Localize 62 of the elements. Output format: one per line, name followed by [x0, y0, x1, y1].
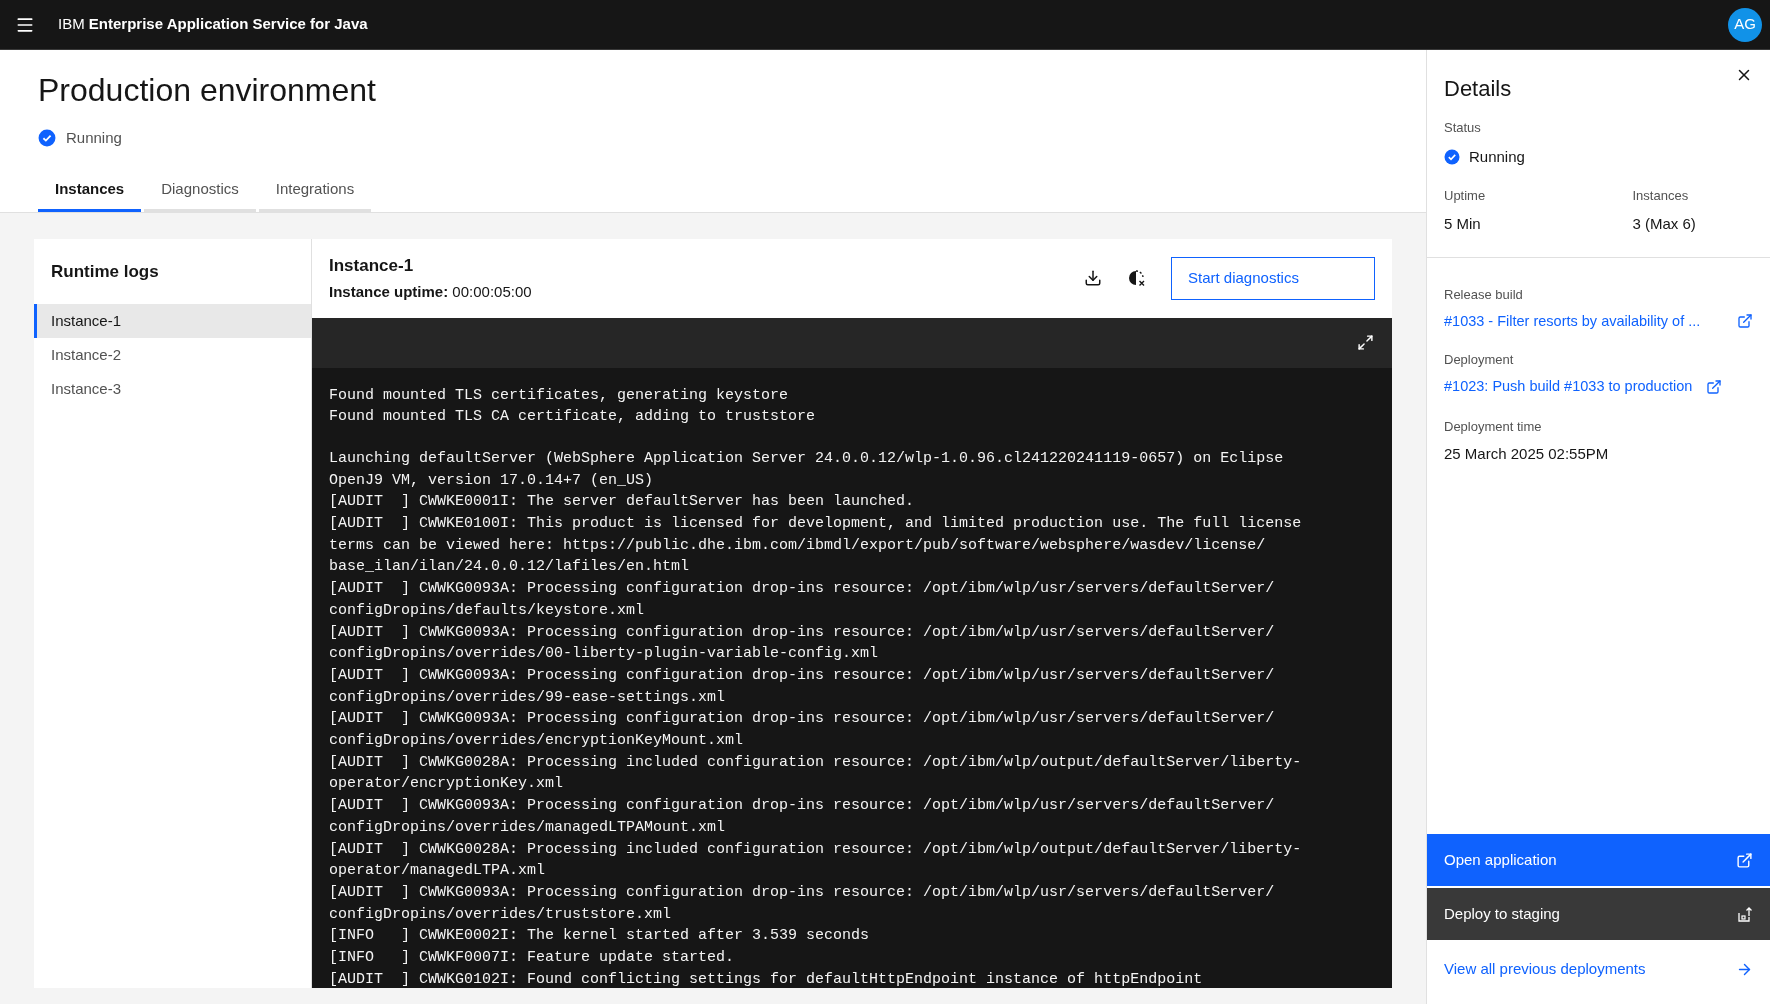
external-link-icon[interactable]: [1706, 378, 1723, 395]
log-line: configDropins/overrides/00-liberty-plugin-variable-config.xml: [329, 644, 879, 665]
log-line: [AUDIT ] CWWKG0093A: Processing configuration drop-ins resource: /opt/ibm/wlp/usr/servers/defaultServer/: [329, 796, 1275, 817]
instance-list-item[interactable]: Instance-3: [34, 372, 311, 406]
log-line: OpenJ9 VM, version 17.0.14+7 (en_US): [329, 470, 654, 491]
external-link-icon[interactable]: [1737, 313, 1753, 330]
download-icon[interactable]: [1083, 268, 1103, 288]
status-value: Running: [1469, 146, 1525, 167]
checkmark-circle-icon: [38, 129, 56, 148]
upload-icon: [1737, 905, 1753, 923]
log-line: [AUDIT ] CWWKG0102I: Found conflicting settings for defaultHttpEndpoint instance of httpEndpoint: [329, 969, 1203, 988]
log-line: [AUDIT ] CWWKE0100I: This product is licensed for development, and limited production use. The full license: [329, 514, 1302, 534]
field-label: Uptime: [1444, 187, 1487, 205]
instance-uptime: Instance uptime: 00:00:05:00: [329, 281, 533, 302]
log-line: [INFO ] CWWKF0007I: Feature update started.: [329, 948, 735, 969]
log-line: [INFO ] CWWKE0002I: The kernel started after 3.539 seconds: [329, 926, 870, 947]
log-line: [AUDIT ] CWWKG0028A: Processing included configuration resource: /opt/ibm/wlp/output/defaultServer/liberty-: [329, 752, 1302, 773]
product-name[interactable]: IBM Enterprise Application Service for Java: [58, 13, 368, 36]
field-value: 25 March 2025 02:55PM: [1444, 444, 1610, 464]
field-label: Release build: [1444, 286, 1524, 304]
log-line: [AUDIT ] CWWKE0001I: The server defaultServer has been launched.: [329, 492, 915, 513]
checkmark-circle-icon: [1444, 148, 1460, 165]
log-line: Found mounted TLS CA certificate, adding to truststore: [329, 407, 816, 428]
field-value: 3 (Max 6): [1632, 213, 1697, 234]
instance-title: Instance-1: [329, 255, 415, 277]
log-line: configDropins/overrides/encryptionKeyMount.xml: [329, 731, 744, 752]
log-line: Launching defaultServer (WebSphere Application Server 24.0.0.12/wlp-1.0.96.cl241220241119-0657) on Eclipse: [329, 448, 1284, 469]
deployment-link[interactable]: #1023: Push build #1033 to production: [1444, 375, 1693, 398]
page-title: Production environment: [38, 71, 377, 110]
log-line: [AUDIT ] CWWKG0093A: Processing configuration drop-ins resource: /opt/ibm/wlp/usr/servers/defaultServer/: [329, 665, 1275, 686]
log-line: Found mounted TLS certificates, generating keystore: [329, 385, 789, 406]
log-line: [AUDIT ] CWWKG0093A: Processing configuration drop-ins resource: /opt/ibm/wlp/usr/servers/defaultServer/: [329, 579, 1275, 600]
log-line: [AUDIT ] CWWKG0093A: Processing configuration drop-ins resource: /opt/ibm/wlp/usr/servers/defaultServer/: [329, 709, 1275, 730]
field-label: Deployment time: [1444, 417, 1543, 436]
deploy-to-staging-button[interactable]: Deploy to staging: [1427, 888, 1770, 940]
field-value: 5 Min: [1444, 213, 1482, 234]
field-label: Status: [1444, 119, 1482, 137]
panel-title: Runtime logs: [50, 260, 160, 283]
log-line: [AUDIT ] CWWKG0028A: Processing included configuration resource: /opt/ibm/wlp/output/defaultServer/liberty-: [329, 839, 1302, 860]
instance-list-item[interactable]: Instance-2: [34, 338, 311, 372]
start-diagnostics-button[interactable]: Start diagnostics: [1171, 256, 1375, 300]
field-label: Instances: [1632, 187, 1690, 205]
log-line: configDropins/overrides/managedLTPAMount.xml: [329, 817, 726, 838]
contrast-off-icon[interactable]: [1127, 268, 1147, 288]
log-line: configDropins/overrides/truststore.xml: [329, 904, 672, 925]
log-line: operator/encryptionKey.xml: [329, 774, 564, 795]
instance-list-item[interactable]: Instance-1: [34, 304, 311, 338]
log-line: terms can be viewed here: https://public.dhe.ibm.com/ibmdl/export/pub/software/websphere/wasdev/license/: [329, 535, 1266, 556]
log-line: configDropins/defaults/keystore.xml: [329, 600, 645, 621]
log-line: configDropins/overrides/99-ease-settings.xml: [329, 687, 726, 708]
log-line: base_ilan/ilan/24.0.0.12/lafiles/en.html: [329, 557, 690, 578]
status-text: Running: [66, 128, 122, 148]
field-label: Deployment: [1444, 351, 1515, 370]
log-line: operator/managedLTPA.xml: [329, 861, 546, 882]
expand-icon[interactable]: [1357, 334, 1374, 351]
open-application-button[interactable]: Open application: [1427, 834, 1770, 886]
details-title: Details: [1444, 75, 1512, 103]
log-line: [AUDIT ] CWWKG0093A: Processing configuration drop-ins resource: /opt/ibm/wlp/usr/servers/defaultServer/: [329, 622, 1275, 643]
view-deployments-link[interactable]: View all previous deployments: [1427, 940, 1770, 998]
log-line: [AUDIT ] CWWKG0093A: Processing configuration drop-ins resource: /opt/ibm/wlp/usr/servers/defaultServer/: [329, 882, 1275, 903]
external-link-icon: [1736, 851, 1753, 869]
release-build-link[interactable]: #1033 - Filter resorts by availability of ...: [1444, 310, 1701, 333]
